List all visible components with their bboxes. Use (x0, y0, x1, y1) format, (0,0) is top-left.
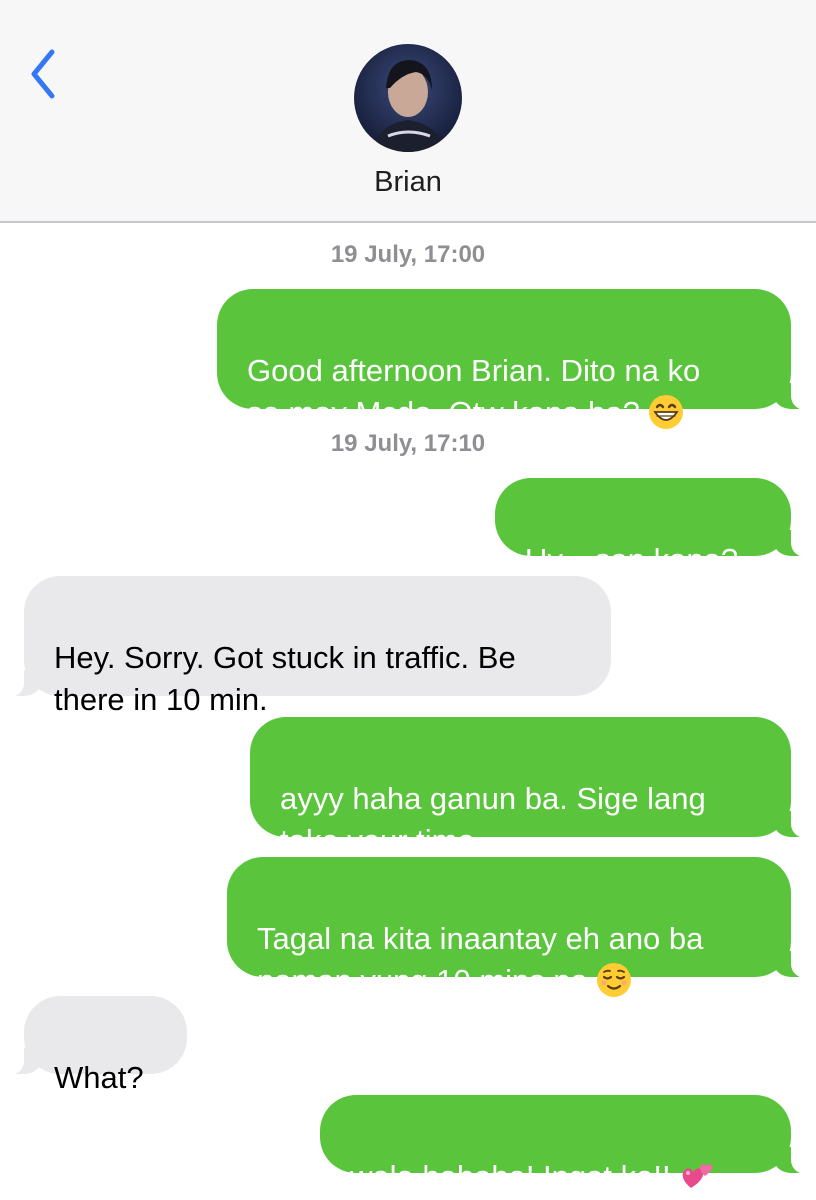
sent-message-bubble[interactable]: Good afternoon Brian. Dito na ko sa may … (217, 289, 811, 430)
grinning-face-icon (648, 395, 683, 429)
received-message-bubble[interactable]: What? (4, 996, 187, 1095)
message-text: ayyy haha ganun ba. Sige lang take your … (280, 781, 706, 858)
chevron-left-icon (31, 49, 55, 99)
message-timestamp: 19 July, 17:00 (330, 241, 486, 268)
message-timestamp: 19 July, 17:10 (330, 430, 486, 457)
received-message-bubble[interactable]: Hey. Sorry. Got stuck in traffic. Be the… (4, 576, 611, 717)
message-text: Uy... san kana? (525, 542, 739, 577)
relieved-face-icon (596, 963, 631, 997)
message-text: Tagal na kita inaantay eh ano ba naman y… (257, 921, 704, 998)
conversation-header: Brian (0, 0, 816, 223)
back-button[interactable] (22, 46, 66, 102)
contact-avatar[interactable] (354, 44, 462, 152)
contact-name[interactable]: Brian (0, 166, 816, 199)
message-text: Hey. Sorry. Got stuck in traffic. Be the… (54, 640, 516, 717)
sent-message-bubble[interactable]: Tagal na kita inaantay eh ano ba naman y… (227, 857, 811, 998)
message-text: Good afternoon Brian. Dito na ko sa may … (247, 353, 701, 430)
sent-message-bubble[interactable]: ayyy haha ganun ba. Sige lang take your … (250, 717, 811, 858)
sent-message-bubble[interactable]: Uy... san kana? (495, 478, 811, 577)
message-text: What? (54, 1060, 144, 1095)
message-text: wala hahaha! Ingat ka!! (350, 1159, 671, 1194)
sent-message-bubble[interactable]: wala hahaha! Ingat ka!! (320, 1095, 811, 1194)
two-hearts-icon (682, 1164, 712, 1188)
